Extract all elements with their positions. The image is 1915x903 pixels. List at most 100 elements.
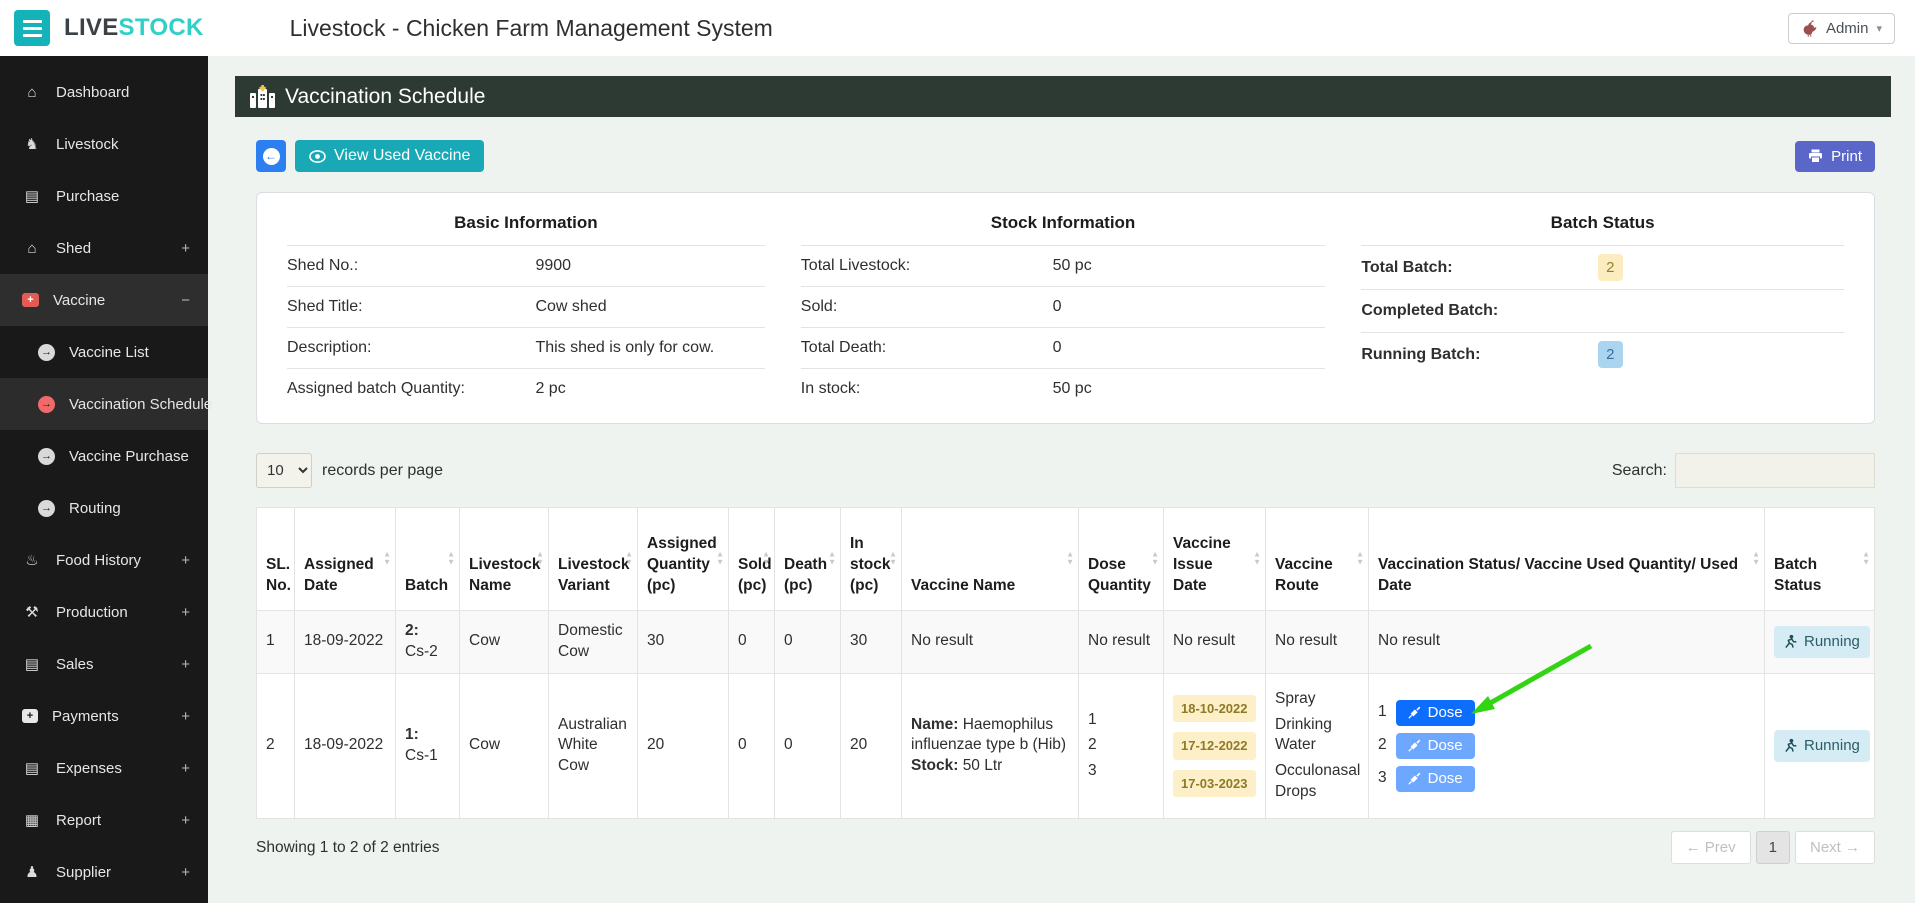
sidebar-item-vaccine-list[interactable]: → Vaccine List: [0, 326, 208, 378]
panel-title: Vaccination Schedule: [285, 84, 486, 108]
prev-page-button[interactable]: ← Prev: [1670, 831, 1751, 865]
cell-variant: Australian White Cow: [548, 672, 638, 820]
sidebar-item-shed[interactable]: ⌂ Shed +: [0, 222, 208, 274]
circle-arrow-icon: →: [38, 499, 55, 517]
cell-issue-date: No result: [1163, 609, 1266, 674]
sidebar-item-payments[interactable]: + Payments +: [0, 690, 208, 742]
col-header-sold[interactable]: Sold (pc) ▲ ▼: [728, 507, 775, 611]
food-icon: ♨: [25, 552, 39, 569]
sort-icon: ▲ ▼: [828, 549, 836, 567]
col-header-vaccine-name[interactable]: Vaccine Name ▲ ▼: [901, 507, 1079, 611]
money-icon: ▤: [24, 656, 40, 673]
syringe-icon: [1407, 706, 1420, 719]
cell-batch-status: Running: [1764, 609, 1875, 674]
search-input[interactable]: [1675, 453, 1875, 488]
info-row: Description: This shed is only for cow.: [287, 327, 765, 368]
page-number-button[interactable]: 1: [1755, 831, 1790, 865]
plus-expand-icon: +: [181, 863, 190, 881]
search-label: Search:: [1611, 461, 1667, 479]
dose-button-3[interactable]: Dose: [1395, 765, 1475, 792]
sidebar-item-supplier[interactable]: ♟ Supplier +: [0, 846, 208, 898]
brand-stock: STOCK: [118, 14, 204, 41]
users-icon: ♟: [25, 864, 39, 881]
cell-in-stock: 20: [840, 672, 902, 820]
briefcase-plus-icon: +: [22, 709, 38, 723]
sort-icon: ▲ ▼: [383, 549, 391, 567]
cell-death: 0: [774, 672, 841, 820]
section-title: Basic Information: [454, 213, 598, 232]
col-header-assigned-date[interactable]: Assigned Date ▲ ▼: [294, 507, 396, 611]
sidebar-item-vaccination-schedule[interactable]: → Vaccination Schedule: [0, 378, 212, 430]
col-header-vaccine-issue-date[interactable]: Vaccine Issue Date ▲ ▼: [1163, 507, 1266, 611]
dose-row: 1 Dose: [1378, 699, 1755, 726]
toolbar: ← View Used Vaccine Print: [256, 140, 1875, 172]
sidebar-item-report[interactable]: ▦ Report +: [0, 794, 208, 846]
dose-row: 3 Dose: [1378, 765, 1755, 792]
sort-icon: ▲ ▼: [1253, 549, 1261, 567]
col-header-livestock-name[interactable]: Livestock Name ▲ ▼: [459, 507, 549, 611]
medkit-icon: +: [22, 293, 39, 307]
col-header-vaccination-status[interactable]: Vaccination Status/ Vaccine Used Quantit…: [1368, 507, 1765, 611]
sort-icon: ▲ ▼: [1151, 549, 1159, 567]
col-header-assigned-quantity[interactable]: Assigned Quantity (pc) ▲ ▼: [637, 507, 729, 611]
cell-death: 0: [774, 609, 841, 674]
sidebar-item-production[interactable]: ⚒ Production +: [0, 586, 208, 638]
cell-batch: 2: Cs-2: [395, 609, 460, 674]
money-icon: ▤: [24, 760, 40, 777]
total-batch-badge: 2: [1597, 254, 1623, 281]
sidebar-item-food-history[interactable]: ♨ Food History +: [0, 534, 208, 586]
col-header-livestock-variant[interactable]: Livestock Variant ▲ ▼: [548, 507, 638, 611]
table-row: 2 18-09-2022 1: Cs-1 Cow Australian Whit…: [256, 643, 1875, 820]
rooster-icon: [1803, 19, 1817, 37]
records-per-page-label: records per page: [322, 461, 443, 479]
hamburger-menu-icon[interactable]: [14, 10, 50, 46]
minus-collapse-icon: −: [181, 291, 190, 309]
dose-button-1[interactable]: Dose: [1395, 699, 1475, 726]
caret-down-icon: ▾: [1876, 22, 1882, 35]
plus-expand-icon: +: [181, 811, 190, 829]
cell-assigned-date: 18-09-2022: [294, 672, 396, 820]
stock-information-section: Stock Information Total Livestock: 50 pc…: [800, 213, 1362, 409]
sidebar-item-vaccine[interactable]: + Vaccine −: [0, 274, 208, 326]
sidebar-item-dashboard[interactable]: ⌂ Dashboard: [0, 66, 208, 118]
main-content: Vaccination Schedule ← View Used Vaccine: [208, 56, 1915, 903]
records-per-page-select[interactable]: 10: [256, 453, 312, 488]
view-used-vaccine-button[interactable]: View Used Vaccine: [295, 140, 485, 172]
col-header-sl-no[interactable]: SL. No.: [256, 507, 295, 611]
col-header-vaccine-route[interactable]: Vaccine Route ▲ ▼: [1265, 507, 1369, 611]
cell-vaccine-name: No result: [901, 609, 1079, 674]
sidebar-item-sales[interactable]: ▤ Sales +: [0, 638, 208, 690]
col-header-batch-status[interactable]: Batch Status ▲ ▼: [1764, 507, 1875, 611]
info-row: Total Death: 0: [800, 327, 1326, 368]
cell-vaccine-route: No result: [1265, 609, 1369, 674]
circle-arrow-icon: →: [38, 395, 55, 413]
print-button[interactable]: Print: [1795, 140, 1875, 172]
vaccination-schedule-table: SL. No. Assigned Date ▲ ▼ Batch ▲ ▼ Livest…: [256, 507, 1875, 820]
date-badge: 17-12-2022: [1173, 732, 1256, 760]
cell-assigned-qty: 30: [637, 609, 729, 674]
cell-batch: 1: Cs-1: [395, 672, 460, 820]
col-header-batch[interactable]: Batch ▲ ▼: [395, 507, 460, 611]
sidebar-item-routing[interactable]: → Routing: [0, 482, 208, 534]
brand-live: LIVE: [64, 14, 119, 41]
sidebar-item-livestock[interactable]: ♞ Livestock: [0, 118, 208, 170]
info-row: Sold: 0: [800, 286, 1326, 327]
sidebar-item-expenses[interactable]: ▤ Expenses +: [0, 742, 208, 794]
eye-icon: [309, 149, 326, 163]
dose-button-2[interactable]: Dose: [1395, 732, 1475, 759]
col-header-in-stock[interactable]: In stock (pc) ▲ ▼: [840, 507, 902, 611]
sidebar-item-vaccine-purchase[interactable]: → Vaccine Purchase: [0, 430, 208, 482]
cell-sl: 1: [256, 609, 295, 674]
running-batch-badge: 2: [1597, 341, 1623, 368]
col-header-dose-quantity[interactable]: Dose Quantity ▲ ▼: [1078, 507, 1164, 611]
col-header-death[interactable]: Death (pc) ▲ ▼: [774, 507, 841, 611]
circle-arrow-icon: →: [38, 343, 55, 361]
back-button[interactable]: ←: [256, 140, 286, 172]
cell-livestock-name: Cow: [459, 672, 549, 820]
sidebar-item-purchase[interactable]: ▤ Purchase: [0, 170, 208, 222]
runner-icon: [1785, 739, 1797, 753]
admin-dropdown[interactable]: Admin ▾: [1787, 12, 1895, 44]
pagination: ← Prev 1 Next →: [1670, 831, 1875, 865]
next-page-button[interactable]: Next →: [1794, 831, 1875, 865]
cell-sold: 0: [728, 609, 775, 674]
